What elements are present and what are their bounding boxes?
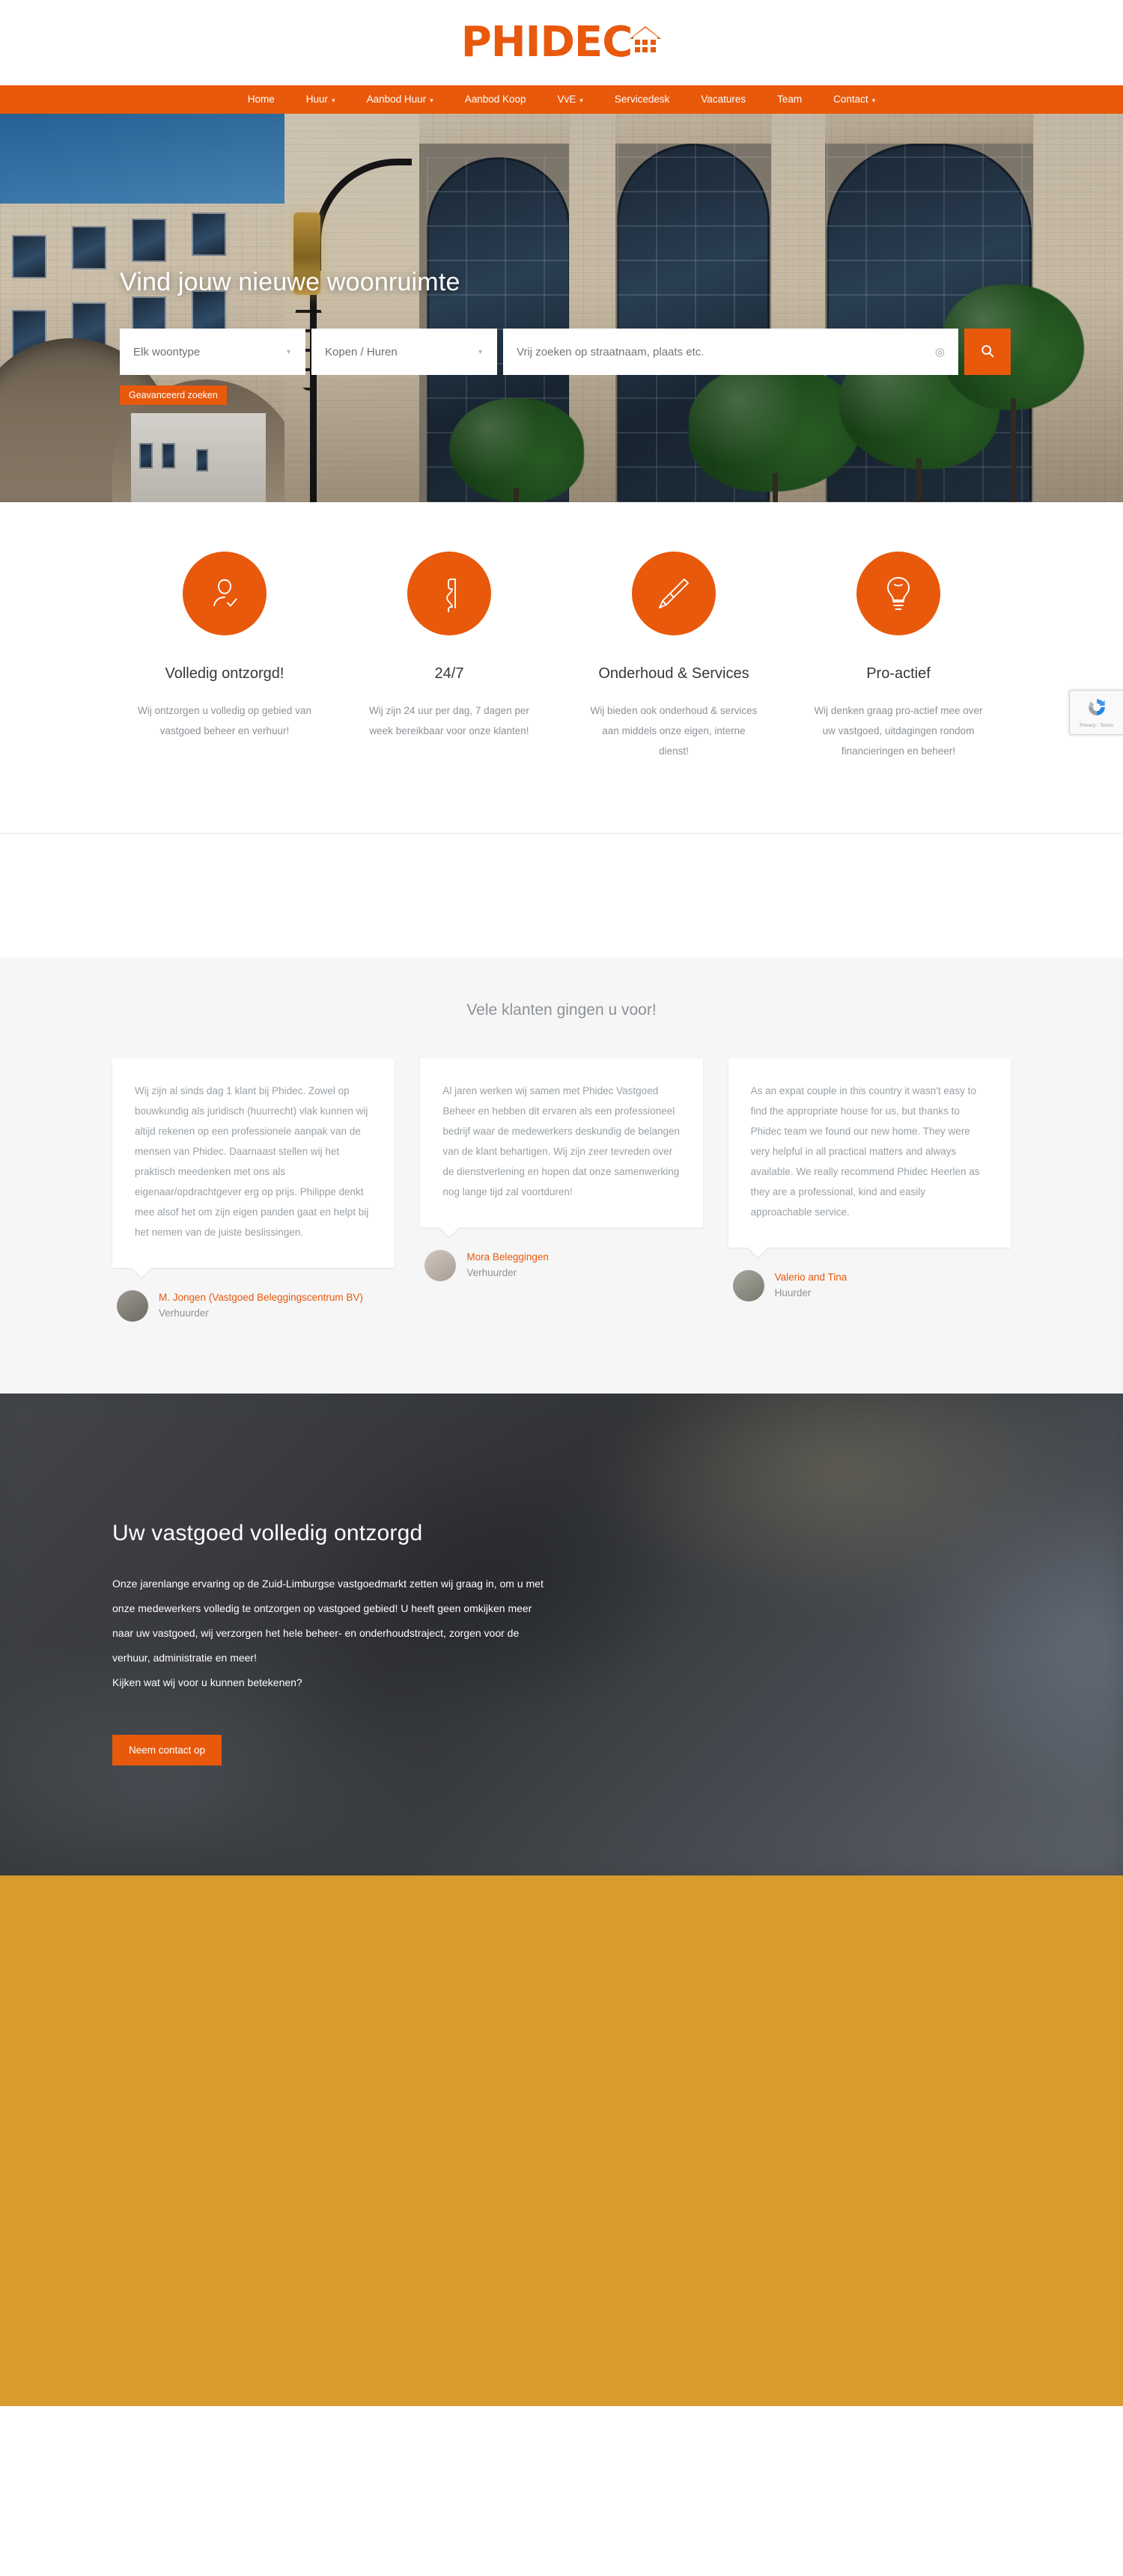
nav-item-huur[interactable]: Huur ▾ (290, 85, 351, 114)
nav-label: Home (247, 94, 275, 105)
author-name: Mora Beleggingen (466, 1251, 549, 1263)
screwdriver-icon (632, 552, 716, 635)
hero-section: Vind jouw nieuwe woonruimte Elk woontype… (0, 114, 1123, 502)
testimonial-quote: Wij zijn al sinds dag 1 klant bij Phidec… (135, 1085, 369, 1238)
feature-title: Pro-actief (866, 665, 931, 682)
property-search-bar: Elk woontype ▼ Kopen / Huren ▼ ◎ (120, 329, 1011, 375)
nav-label: Vacatures (701, 94, 746, 105)
free-text-search-wrap: ◎ (503, 329, 958, 375)
testimonial-quote: As an expat couple in this country it wa… (750, 1085, 980, 1218)
feature-card: Volledig ontzorgd! Wij ontzorgen u volle… (112, 552, 337, 761)
chevron-down-icon: ▾ (871, 97, 876, 104)
testimonial-card: As an expat couple in this country it wa… (728, 1058, 1011, 1301)
feature-card: Onderhoud & Services Wij bieden ook onde… (562, 552, 786, 761)
site-logo[interactable]: PHIDEC (460, 18, 663, 67)
nav-label: Team (777, 94, 803, 105)
chevron-down-icon: ▾ (332, 97, 335, 104)
advanced-search-button[interactable]: Geavanceerd zoeken (120, 385, 227, 405)
testimonial-card: Wij zijn al sinds dag 1 klant bij Phidec… (112, 1058, 395, 1322)
logo-bar: PHIDEC (0, 0, 1123, 85)
testimonial-card: Al jaren werken wij samen met Phidec Vas… (420, 1058, 703, 1281)
nav-label: Contact (833, 94, 868, 105)
testimonials-heading: Vele klanten gingen u voor! (466, 1001, 657, 1019)
author-name: Valerio and Tina (774, 1272, 847, 1283)
logo-wordmark: PHIDEC (460, 18, 633, 67)
cta-section: Uw vastgoed volledig ontzorgd Onze jaren… (0, 1394, 1123, 1875)
person-check-icon (183, 552, 267, 635)
woontype-value: Elk woontype (133, 345, 201, 358)
search-input[interactable] (517, 345, 885, 358)
magnifier-icon (981, 344, 994, 360)
testimonials-section: Vele klanten gingen u voor! Wij zijn al … (0, 958, 1123, 1394)
nav-item-vacatures[interactable]: Vacatures (685, 85, 761, 114)
nav-item-team[interactable]: Team (761, 85, 818, 114)
chevron-down-icon: ▼ (285, 348, 292, 355)
recaptcha-terms: Privacy - Terms (1080, 723, 1113, 728)
avatar (424, 1250, 457, 1281)
recaptcha-icon (1086, 697, 1107, 721)
feature-description: Wij zijn 24 uur per dag, 7 dagen per wee… (369, 705, 529, 736)
page-root: PHIDEC Home Huur ▾ Aanbod Huur ▾ Aanbod … (0, 0, 1123, 2406)
chevron-down-icon: ▾ (579, 97, 583, 104)
author-role: Huurder (774, 1287, 812, 1298)
nav-item-aanbod-huur[interactable]: Aanbod Huur ▾ (351, 85, 449, 114)
recaptcha-badge[interactable]: Privacy - Terms (1069, 690, 1123, 735)
testimonial-bubble: As an expat couple in this country it wa… (728, 1058, 1011, 1248)
cta-title: Uw vastgoed volledig ontzorgd (112, 1521, 423, 1545)
nav-label: Aanbod Koop (464, 94, 526, 105)
nav-item-contact[interactable]: Contact ▾ (818, 85, 891, 114)
feature-title: 24/7 (434, 665, 464, 682)
woontype-select[interactable]: Elk woontype ▼ (120, 329, 305, 375)
target-locate-icon[interactable]: ◎ (935, 345, 945, 358)
nav-item-vve[interactable]: VvE ▾ (542, 85, 599, 114)
testimonial-quote: Al jaren werken wij samen met Phidec Vas… (442, 1085, 681, 1197)
nav-label: Huur (305, 94, 329, 105)
kopen-huren-value: Kopen / Huren (325, 345, 398, 358)
author-role: Verhuurder (159, 1307, 209, 1319)
nav-label: Servicedesk (614, 94, 670, 105)
cta-body-secondary: Kijken wat wij voor u kunnen betekenen? (112, 1676, 302, 1688)
nav-label: VvE (557, 94, 576, 105)
testimonial-bubble: Wij zijn al sinds dag 1 klant bij Phidec… (112, 1058, 395, 1268)
contact-button[interactable]: Neem contact op (112, 1735, 222, 1766)
cta-body: Onze jarenlange ervaring op de Zuid-Limb… (112, 1578, 544, 1664)
avatar (732, 1270, 764, 1301)
footer-band (0, 1875, 1123, 2406)
testimonial-author: Valerio and Tina Huurder (728, 1270, 1011, 1301)
phone-handset-icon (407, 552, 491, 635)
testimonial-author: Mora Beleggingen Verhuurder (420, 1250, 702, 1281)
hero-title: Vind jouw nieuwe woonruimte (120, 268, 460, 296)
nav-item-home[interactable]: Home (232, 85, 290, 114)
chevron-down-icon: ▾ (430, 97, 433, 104)
feature-description: Wij ontzorgen u volledig op gebied van v… (138, 705, 311, 736)
lightbulb-icon (856, 552, 940, 635)
feature-description: Wij bieden ook onderhoud & services aan … (590, 705, 758, 757)
features-section: Volledig ontzorgd! Wij ontzorgen u volle… (0, 502, 1123, 834)
nav-item-aanbod-koop[interactable]: Aanbod Koop (449, 85, 542, 114)
house-icon (629, 25, 662, 61)
feature-description: Wij denken graag pro-actief mee over uw … (814, 705, 983, 757)
search-button[interactable] (964, 329, 1011, 375)
feature-card: 24/7 Wij zijn 24 uur per dag, 7 dagen pe… (337, 552, 562, 761)
author-name: M. Jongen (Vastgoed Beleggingscentrum BV… (159, 1292, 363, 1303)
section-spacer (0, 834, 1123, 958)
nav-label: Aanbod Huur (366, 94, 427, 105)
nav-item-servicedesk[interactable]: Servicedesk (599, 85, 686, 114)
main-navigation: Home Huur ▾ Aanbod Huur ▾ Aanbod Koop Vv… (0, 85, 1123, 114)
testimonial-author: M. Jongen (Vastgoed Beleggingscentrum BV… (112, 1290, 395, 1322)
kopen-huren-select[interactable]: Kopen / Huren ▼ (311, 329, 497, 375)
feature-card: Pro-actief Wij denken graag pro-actief m… (786, 552, 1011, 761)
feature-title: Volledig ontzorgd! (165, 665, 284, 682)
testimonial-bubble: Al jaren werken wij samen met Phidec Vas… (420, 1058, 703, 1227)
avatar (117, 1290, 148, 1322)
feature-title: Onderhoud & Services (598, 665, 749, 682)
chevron-down-icon: ▼ (477, 348, 484, 355)
author-role: Verhuurder (466, 1266, 517, 1278)
